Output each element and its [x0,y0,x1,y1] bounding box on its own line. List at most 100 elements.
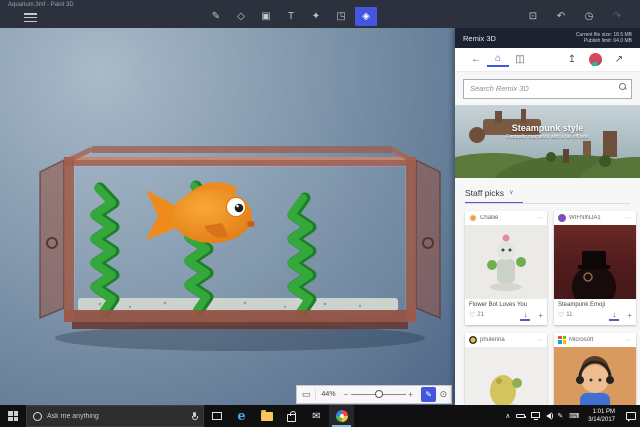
main-toolbar: ✎ ◇ ▣ T ✦ ◳ ◈ [205,7,377,26]
banner-title: Steampunk style [511,122,584,133]
card-image [465,346,547,405]
card-title: Flower Bot Loves You [469,301,528,308]
banner-subtitle: Fantastic machines with a far-off look [506,133,589,140]
redo-button[interactable]: ↷ [608,7,626,26]
cortana-search-box[interactable]: Ask me anything [26,405,204,427]
home-tab[interactable]: ⌂ [487,53,509,67]
network-icon[interactable] [531,412,541,420]
model-card-flower-bot[interactable]: Challie ⋯ Flower Bot Loves You ♡ 21 ↓ + [465,210,547,325]
heart-icon[interactable]: ♡ [469,311,475,319]
art-tools-button[interactable]: ✎ [205,7,227,26]
model-card-phulenna[interactable]: phulenna ⋯ [465,332,547,405]
title-bar: Aquarium.3mf - Paint 3D ✎ ◇ ▣ T ✦ ◳ ◈ ⊡ … [0,0,640,28]
remix-3d-button[interactable]: ◈ [355,7,377,26]
chevron-up-icon[interactable]: ∧ [505,412,510,420]
mail-button[interactable]: ✉ [304,405,329,427]
text-button[interactable]: T [280,7,302,26]
download-icon[interactable]: ↓ [520,310,531,321]
card-image [554,224,636,299]
store-button[interactable] [279,405,304,427]
zoom-to-fit-button[interactable]: ▭ [297,389,317,400]
zoom-out-button[interactable]: − [341,390,351,399]
remix-search [463,78,632,99]
heart-icon[interactable]: ♡ [558,311,564,319]
pen-icon[interactable]: ✎ [557,412,563,420]
drawing-canvas[interactable]: ▭ 44% − + ✎ ⊙ [0,28,455,405]
redo-icon: ↷ [612,11,622,22]
clock[interactable]: 1:01 PM 3/14/2017 [585,408,618,424]
paint-3d-button[interactable] [329,405,354,427]
paint3d-window: Aquarium.3mf - Paint 3D ✎ ◇ ▣ T ✦ ◳ ◈ ⊡ … [0,0,640,427]
action-center-icon[interactable] [626,412,636,422]
stickers-button[interactable]: ▣ [255,7,277,26]
card-image [554,346,636,405]
more-icon[interactable]: ⋯ [625,336,632,344]
pencil-icon: ✎ [425,390,432,399]
microsoft-logo-icon [558,335,566,344]
avatar [469,213,477,222]
boards-tab[interactable]: ◫ [509,54,531,65]
paste-button[interactable]: ⊡ [524,7,542,26]
download-icon[interactable]: ↓ [609,310,620,321]
canvas-button[interactable]: ◳ [330,7,352,26]
edge-icon: e [237,408,246,424]
battery-icon[interactable] [516,413,527,419]
keyboard-icon[interactable]: ⌨ [569,412,579,420]
file-explorer-button[interactable] [254,405,279,427]
remix-nav-bar: ← ⌂ ◫ ↥ ↗ [455,48,640,72]
more-icon[interactable]: ⋯ [536,214,543,222]
staff-picks-label: Staff picks [465,187,505,198]
model-card-steampunk-emoji[interactable]: WIFNINJA1 ⋯ Steampunk Emoji ♡ 11 ↓ + [554,210,636,325]
task-view-button[interactable] [204,405,229,427]
window-title: Aquarium.3mf - Paint 3D [8,2,74,8]
staff-picks-dropdown[interactable]: Staff picks ∨ [465,188,630,198]
history-button[interactable]: ◷ [580,7,598,26]
sparkle-icon: ✦ [311,11,321,22]
chevron-down-icon: ∨ [509,190,514,196]
paste-icon: ⊡ [528,11,538,22]
undo-button[interactable]: ↶ [552,7,570,26]
boards-icon: ◫ [515,54,525,65]
zoom-in-button[interactable]: + [406,390,416,399]
volume-icon[interactable] [546,412,554,420]
microphone-icon[interactable] [192,411,198,421]
history-toolbar: ⊡ ↶ ◷ ↷ [524,7,626,26]
card-title: Steampunk Emoji [558,301,606,308]
steampunk-banner[interactable]: Steampunk style Fantastic machines with … [455,104,640,178]
menu-button[interactable] [24,13,37,22]
edit-mode-button[interactable]: ✎ [421,387,436,402]
shopping-bag-icon [287,410,296,422]
effects-button[interactable]: ✦ [305,7,327,26]
taskbar-search-placeholder: Ask me anything [47,412,99,420]
3d-shapes-button[interactable]: ◇ [230,7,252,26]
file-size-info: Current file size: 18.5 MB Publish limit… [576,32,632,45]
task-view-icon [211,412,222,420]
user-avatar[interactable] [589,53,602,66]
home-icon: ⌂ [494,52,502,64]
edge-button[interactable]: e [229,405,254,427]
zoom-slider-thumb[interactable] [375,390,384,398]
avatar [558,213,566,222]
back-button[interactable]: ← [465,54,487,65]
more-icon[interactable]: ⋯ [536,336,543,344]
add-icon[interactable]: + [627,311,632,320]
start-button[interactable] [0,405,26,427]
search-icon[interactable] [619,83,626,90]
card-image [465,224,547,299]
popout-button[interactable]: ↗ [608,54,630,65]
tank-glass [73,165,407,315]
paint-3d-icon [335,410,348,422]
system-tray: ∧ ✎ ⌨ 1:01 PM 3/14/2017 [505,405,640,427]
zoom-level: 44% [321,391,336,398]
add-icon[interactable]: + [538,311,543,320]
canvas-icon: ◳ [336,11,346,22]
tank-back-rail [92,146,392,153]
card-user: Microsoft [569,336,594,343]
upload-button[interactable]: ↥ [561,54,583,65]
view-mode-button[interactable]: ⊙ [436,389,451,400]
more-icon[interactable]: ⋯ [625,214,632,222]
remix-panel-title: Remix 3D [463,33,496,43]
model-card-microsoft[interactable]: Microsoft ⋯ [554,332,636,405]
zoom-slider[interactable] [350,390,406,398]
search-input[interactable] [463,78,632,99]
